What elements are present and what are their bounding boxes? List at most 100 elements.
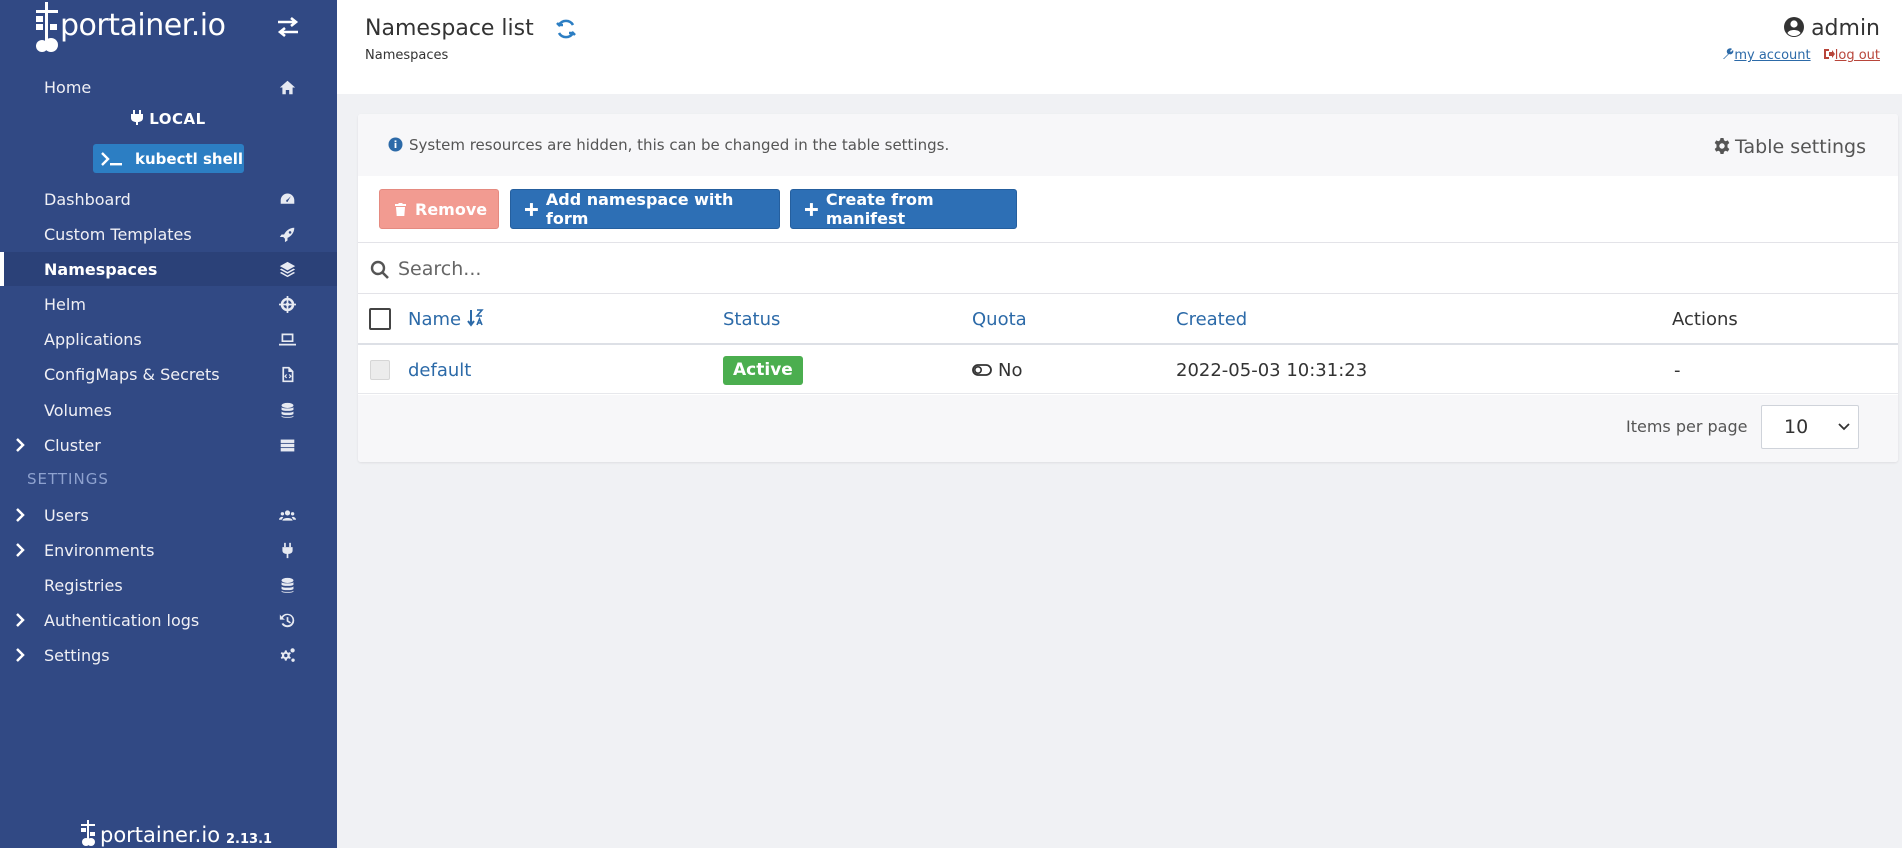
terminal-icon [101, 151, 122, 166]
logo-text[interactable]: portainer.io [60, 8, 226, 43]
quota-cell: No [972, 360, 1022, 381]
column-name-label: Name [408, 309, 462, 330]
add-namespace-with-form-button[interactable]: Add namespace with form [510, 189, 780, 229]
chevron-right-icon [15, 647, 27, 663]
sidebar-item-label: Settings [44, 645, 110, 665]
footer-logo-text: portainer.io [100, 823, 221, 847]
sidebar-item-label: ConfigMaps & Secrets [44, 364, 220, 384]
sidebar-item-dashboard[interactable]: Dashboard [0, 182, 337, 216]
column-header-status[interactable]: Status [723, 309, 780, 330]
home-icon [277, 77, 297, 97]
search-bar [358, 242, 1898, 294]
kubectl-shell-button[interactable]: kubectl shell [93, 144, 244, 173]
refresh-icon[interactable] [554, 17, 578, 41]
sidebar-item-cluster[interactable]: Cluster [0, 428, 337, 462]
system-resources-info: System resources are hidden, this can be… [388, 136, 949, 154]
environment-name: LOCAL [0, 110, 337, 128]
sidebar-item-label: Users [44, 505, 89, 525]
users-icon [277, 505, 297, 525]
table-settings-button[interactable]: Table settings [1713, 136, 1866, 158]
info-text: System resources are hidden, this can be… [409, 136, 950, 154]
sidebar-item-home[interactable]: Home [0, 70, 337, 104]
sidebar-item-helm[interactable]: Helm [0, 287, 337, 321]
sidebar-toggle-icon[interactable] [274, 14, 302, 42]
chevron-right-icon [15, 612, 27, 628]
toggle-off-icon [972, 364, 992, 376]
database-icon [277, 575, 297, 595]
table-header: Name Status Quota Created Actions [358, 295, 1898, 345]
add-namespace-label: Add namespace with form [545, 190, 734, 228]
info-circle-icon [388, 137, 403, 152]
remove-button[interactable]: Remove [379, 189, 499, 229]
sidebar-item-volumes[interactable]: Volumes [0, 393, 337, 427]
select-all-checkbox[interactable] [369, 308, 391, 330]
status-badge: Active [723, 356, 803, 385]
footer-logo: portainer.io [78, 820, 220, 847]
sidebar-item-label: Environments [44, 540, 155, 560]
user-menu: admin [1783, 16, 1880, 41]
sidebar-item-label: Volumes [44, 400, 112, 420]
portainer-logo-icon [81, 820, 95, 846]
sidebar-item-label: Dashboard [44, 189, 131, 209]
sidebar-item-users[interactable]: Users [0, 498, 337, 532]
sidebar-item-label: Namespaces [44, 259, 158, 279]
my-account-link[interactable]: my account [1722, 48, 1811, 63]
sidebar-item-authentication-logs[interactable]: Authentication logs [0, 603, 337, 637]
sidebar-item-namespaces[interactable]: Namespaces [0, 252, 337, 286]
cogs-icon [277, 645, 297, 665]
sidebar-item-configmaps-secrets[interactable]: ConfigMaps & Secrets [0, 357, 337, 391]
info-bar: System resources are hidden, this can be… [358, 114, 1898, 176]
table-settings-label: Table settings [1735, 136, 1866, 158]
row-checkbox[interactable] [370, 360, 390, 380]
column-header-actions: Actions [1672, 309, 1738, 330]
column-header-created[interactable]: Created [1176, 309, 1247, 330]
version-label: 2.13.1 [226, 832, 273, 847]
history-icon [277, 610, 297, 630]
sidebar-item-label: Cluster [44, 435, 101, 455]
search-input[interactable] [398, 253, 1878, 285]
sidebar: portainer.io Home LOCAL kubectl shell Da… [0, 0, 337, 848]
kubectl-shell-label: kubectl shell [135, 149, 244, 168]
page-header: Namespace list Namespaces admin my accou… [337, 0, 1902, 94]
column-header-quota[interactable]: Quota [972, 309, 1027, 330]
sidebar-item-label: Helm [44, 294, 86, 314]
namespace-table-panel: System resources are hidden, this can be… [358, 114, 1898, 462]
items-per-page-select[interactable]: 10 [1761, 405, 1859, 449]
column-header-name[interactable]: Name [408, 309, 484, 330]
chevron-right-icon [15, 507, 27, 523]
items-per-page-label: Items per page [1626, 417, 1748, 436]
rocket-icon [277, 224, 297, 244]
database-icon [277, 400, 297, 420]
username: admin [1811, 16, 1880, 41]
actions-cell: - [1674, 360, 1681, 381]
wrench-icon [1723, 48, 1734, 59]
sign-out-icon [1823, 49, 1835, 59]
sidebar-item-environments[interactable]: Environments [0, 533, 337, 567]
search-icon [370, 260, 389, 279]
sidebar-item-settings[interactable]: Settings [0, 638, 337, 672]
sidebar-item-label: Custom Templates [44, 224, 192, 244]
sidebar-header: portainer.io [0, 0, 337, 68]
quota-value: No [998, 360, 1023, 381]
plus-icon [525, 202, 538, 216]
server-icon [277, 435, 297, 455]
account-links: my account log out [1722, 48, 1880, 63]
sidebar-item-label: Registries [44, 575, 123, 595]
sidebar-item-label: Home [44, 77, 92, 97]
sidebar-item-registries[interactable]: Registries [0, 568, 337, 602]
settings-heading: SETTINGS [27, 470, 109, 488]
plug-icon [277, 540, 297, 560]
sort-alpha-down-icon [467, 309, 484, 327]
namespace-name-link[interactable]: default [408, 360, 471, 381]
plug-icon [131, 110, 144, 125]
helm-icon [277, 294, 297, 314]
sidebar-item-custom-templates[interactable]: Custom Templates [0, 217, 337, 251]
items-per-page-value: 10 [1784, 416, 1809, 438]
chevron-down-icon [1838, 423, 1850, 431]
sidebar-item-label: Authentication logs [44, 610, 200, 630]
sidebar-item-applications[interactable]: Applications [0, 322, 337, 356]
log-out-link[interactable]: log out [1823, 48, 1880, 63]
file-code-icon [277, 364, 297, 384]
create-from-manifest-button[interactable]: Create from manifest [790, 189, 1017, 229]
table-row: default Active No 2022-05-03 10:31:23 - [358, 346, 1898, 394]
